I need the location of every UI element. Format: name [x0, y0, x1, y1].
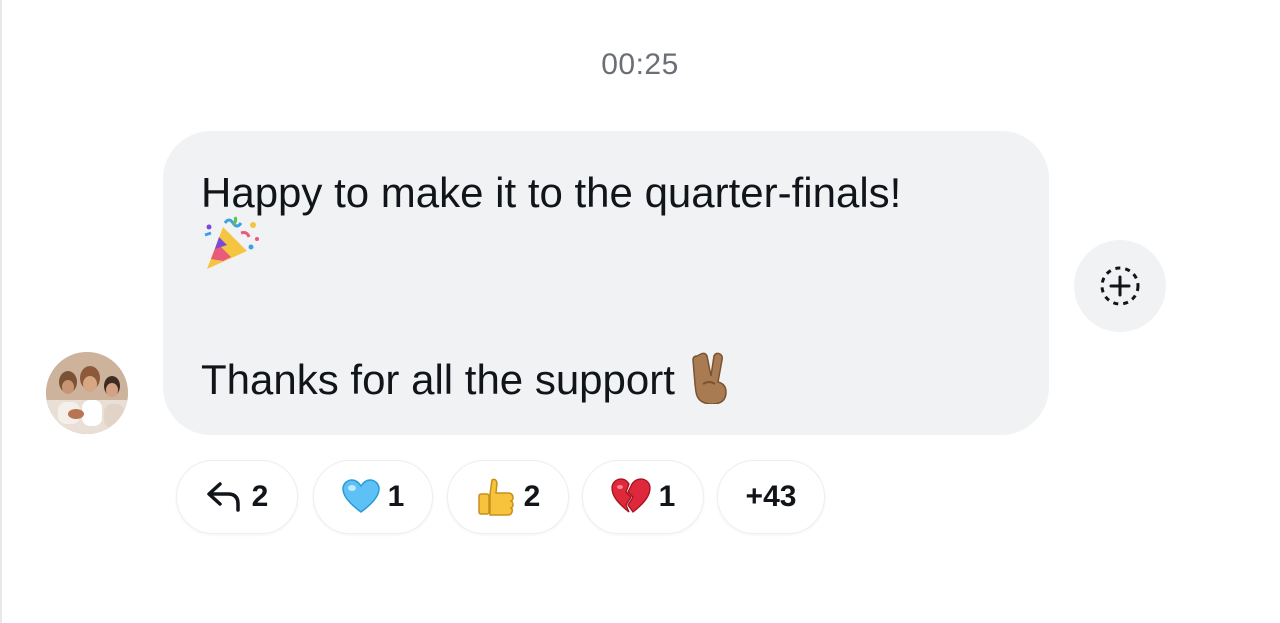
- reply-count-chip[interactable]: 2: [176, 460, 298, 534]
- add-reaction-icon: [1100, 266, 1140, 306]
- more-reactions-chip[interactable]: +43: [717, 460, 825, 534]
- more-reactions-count: +43: [745, 480, 797, 513]
- broken-heart-count: 1: [658, 480, 676, 513]
- message-line-2-text: Thanks for all the support: [201, 356, 675, 404]
- thumbs-up-count: 2: [523, 480, 541, 513]
- sender-avatar[interactable]: [46, 352, 128, 434]
- victory-hand-icon: [687, 350, 737, 416]
- thumbs-up-icon: [477, 478, 514, 516]
- message-timestamp: 00:25: [601, 48, 679, 81]
- message-line-2: Thanks for all the support: [201, 350, 737, 416]
- window-left-border: [0, 0, 2, 623]
- avatar-photo: [46, 352, 128, 434]
- reaction-blue-heart[interactable]: 1: [313, 460, 433, 534]
- party-popper-icon: [201, 213, 261, 285]
- reply-count: 2: [251, 480, 269, 513]
- blue-heart-icon: [341, 479, 380, 513]
- reaction-broken-heart[interactable]: 1: [582, 460, 704, 534]
- add-reaction-button[interactable]: [1074, 240, 1166, 332]
- message-line-1: Happy to make it to the quarter-finals!: [201, 169, 902, 216]
- blue-heart-count: 1: [387, 480, 405, 513]
- broken-heart-icon: [611, 478, 651, 513]
- message-bubble[interactable]: Happy to make it to the quarter-finals! …: [163, 131, 1049, 435]
- reply-icon: [206, 482, 240, 512]
- reaction-thumbs-up[interactable]: 2: [447, 460, 569, 534]
